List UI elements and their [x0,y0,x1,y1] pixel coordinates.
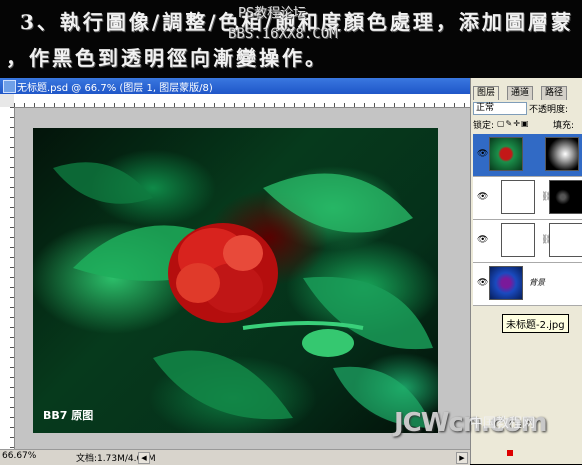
tab-paths[interactable]: 路径 [541,86,568,100]
caption-line-2: ，作黑色到透明徑向漸變操作。 [6,46,328,70]
eye-icon[interactable]: 👁 [477,149,488,159]
background-layer-name: 背景 [529,278,545,287]
eye-icon[interactable]: 👁 [477,235,488,245]
layers-panel: 图层 通道 路径 正常 不透明度: 锁定: ▢✎✛▣ 填充: 👁 👁 ⛓ 👁 ⛓… [470,78,582,464]
eye-icon[interactable]: 👁 [477,278,488,288]
document-titlebar[interactable]: 无标题.psd @ 66.7% (图层 1, 图层蒙版/8) [0,78,470,94]
photo-label: BB7 原图 [43,409,94,422]
layer-mask-thumbnail[interactable] [549,180,582,214]
filename-tooltip: 未标题-2.jpg [502,314,569,333]
fill-label: 填充: [553,121,575,131]
photoshop-doc-icon [3,80,16,93]
opacity-label: 不透明度: [529,105,569,115]
adjustment-layer-curves-row[interactable]: 👁 ⛓ [473,220,582,263]
adjustment-layer-levels-row[interactable]: 👁 ⛓ [473,177,582,220]
curves-adjustment-icon [501,223,535,257]
forum-url-watermark: BBS.16XX8.COM [228,26,338,42]
background-layer-row[interactable]: 👁 背景 [473,263,582,306]
background-thumbnail [489,266,523,300]
ruler-origin[interactable] [0,94,15,108]
scroll-right-arrow-icon[interactable]: ▶ [456,452,468,464]
horizontal-ruler[interactable] [14,94,470,108]
document-title: 无标题.psd @ 66.7% (图层 1, 图层蒙版/8) [17,83,213,94]
forum-watermark: PS教程论坛 [238,6,307,21]
canvas-area[interactable]: BB7 原图 [15,108,470,449]
layer-1-row[interactable]: 👁 [473,134,582,177]
flower-illustration [53,162,433,428]
levels-adjustment-icon [501,180,535,214]
status-bar: 66.67% 文档:1.73M/4.63M ◀ ▶ [0,449,470,465]
layer-thumbnail [489,137,523,171]
scroll-left-arrow-icon[interactable]: ◀ [138,452,150,464]
vertical-ruler[interactable] [0,107,15,449]
document-window: 无标题.psd @ 66.7% (图层 1, 图层蒙版/8) BB7 原图 66… [0,78,470,465]
logo-red-dot [507,450,513,456]
tutorial-caption: 3、執行圖像/調整/色相/飽和度顏色處理，添加圖層蒙 PS教程论坛 BBS.16… [0,0,582,78]
zoom-level[interactable]: 66.67% [2,451,36,461]
lock-icons[interactable]: ▢✎✛▣ [497,119,530,128]
lock-label: 锁定: [473,121,495,131]
layer-mask-thumbnail[interactable] [545,137,579,171]
blend-mode-select[interactable]: 正常 [473,102,527,115]
layer-mask-thumbnail[interactable] [549,223,582,257]
panel-tabs: 图层 通道 路径 [471,86,582,100]
tab-layers[interactable]: 图层 [473,86,500,100]
hibiscus-photo: BB7 原图 [33,128,438,433]
tab-channels[interactable]: 通道 [507,86,534,100]
site-logo-cn: 中国教程网 [470,416,536,431]
eye-icon[interactable]: 👁 [477,192,488,202]
